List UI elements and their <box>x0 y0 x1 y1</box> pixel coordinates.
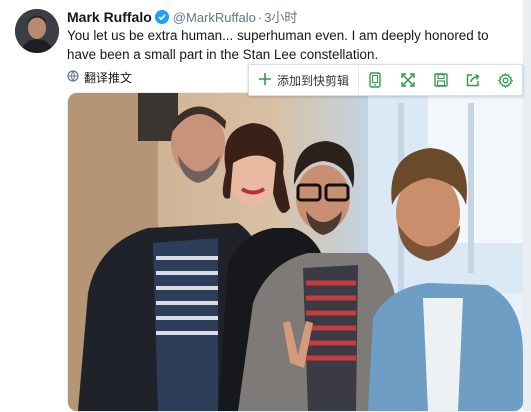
verified-badge-icon <box>154 10 169 24</box>
avatar[interactable] <box>15 9 59 53</box>
quick-clip-toolbar: 添加到快剪辑 <box>248 64 523 96</box>
expand-icon[interactable] <box>392 65 425 95</box>
settings-icon[interactable] <box>489 65 522 95</box>
share-icon[interactable] <box>457 65 490 95</box>
tweet-time[interactable]: 3小时 <box>264 10 297 25</box>
add-to-clip-label: 添加到快剪辑 <box>277 73 350 88</box>
translate-label: 翻译推文 <box>84 71 133 85</box>
author-handle[interactable]: @MarkRuffalo <box>173 10 256 25</box>
save-icon[interactable] <box>424 65 457 95</box>
globe-icon <box>67 70 79 85</box>
phone-icon[interactable] <box>359 65 392 95</box>
translate-tweet-link[interactable]: 翻译推文 <box>67 69 132 86</box>
separator-dot: · <box>257 10 263 25</box>
add-to-clip-button[interactable]: 添加到快剪辑 <box>249 65 360 95</box>
plus-icon <box>259 72 271 88</box>
tweet-photo[interactable] <box>67 92 524 412</box>
author-name[interactable]: Mark Ruffalo <box>67 9 152 25</box>
tweet-header: Mark Ruffalo @MarkRuffalo · 3小时 <box>67 8 297 27</box>
page-edge <box>523 0 531 411</box>
tweet-text: You let us be extra human... superhuman … <box>67 28 489 62</box>
